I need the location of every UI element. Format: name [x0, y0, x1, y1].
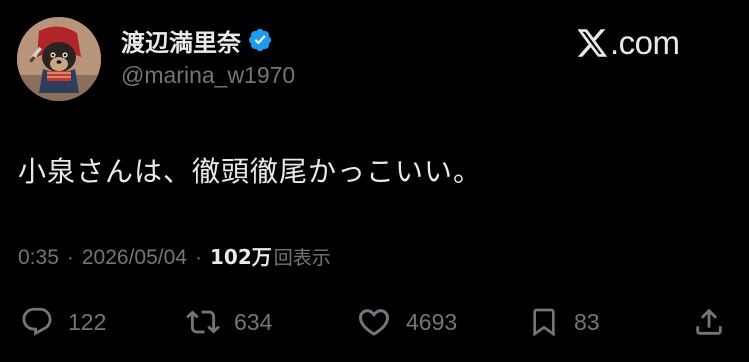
- retweet-icon: [186, 305, 220, 339]
- share-icon: [692, 305, 726, 339]
- x-logo-icon: [577, 29, 608, 57]
- views-label: 回表示: [273, 247, 331, 269]
- action-bar: 122 634 4693 83: [0, 302, 749, 342]
- tweet-time[interactable]: 0:35: [18, 246, 59, 270]
- tweet-date[interactable]: 2026/05/04: [82, 246, 187, 270]
- heart-icon: [356, 304, 392, 340]
- tweet-text: 小泉さんは、徹頭徹尾かっこいい。: [18, 155, 483, 188]
- reply-button[interactable]: 122: [20, 302, 106, 342]
- reply-count: 122: [68, 308, 107, 335]
- avatar[interactable]: [17, 17, 101, 101]
- like-button[interactable]: 4693: [356, 302, 457, 342]
- views-count[interactable]: 102万: [210, 241, 272, 270]
- verified-badge-icon: [247, 27, 273, 53]
- meta-separator: ·: [66, 246, 74, 269]
- reply-icon: [20, 305, 54, 339]
- brand-logo: .com: [577, 24, 680, 62]
- like-count: 4693: [406, 308, 458, 335]
- display-name[interactable]: 渡辺満里奈: [121, 23, 241, 58]
- bookmark-count: 83: [574, 308, 600, 335]
- tweet-card: 渡辺満里奈 @marina_w1970 .com 小泉さんは、徹頭徹尾かっこいい…: [0, 0, 749, 362]
- dog-in-costume-avatar: [17, 17, 101, 101]
- author-handle[interactable]: @marina_w1970: [121, 62, 295, 89]
- retweet-button[interactable]: 634: [186, 302, 272, 342]
- bookmark-icon: [528, 305, 560, 339]
- share-button[interactable]: [692, 302, 726, 342]
- bookmark-button[interactable]: 83: [528, 302, 600, 342]
- retweet-count: 634: [234, 308, 273, 335]
- author-name-row[interactable]: 渡辺満里奈: [121, 23, 273, 58]
- tweet-meta: 0:35 · 2026/05/04 · 102万 回表示: [18, 241, 331, 270]
- meta-separator-2: ·: [194, 246, 202, 269]
- brand-domain-text: .com: [610, 24, 680, 61]
